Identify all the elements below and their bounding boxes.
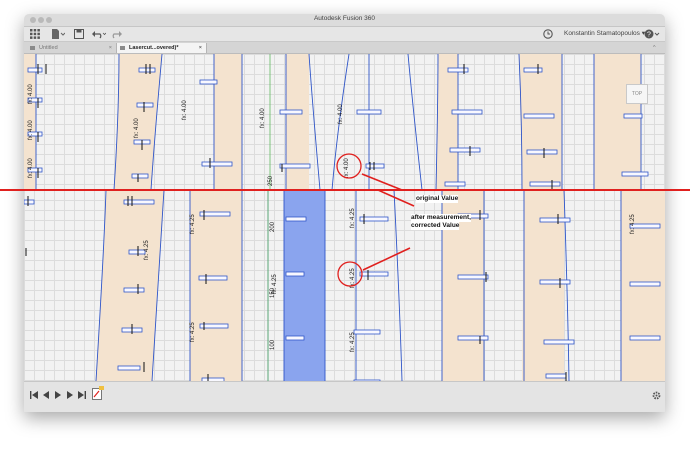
undo-icon[interactable] (92, 29, 107, 39)
tab-untitled[interactable]: Untitled × (27, 43, 117, 53)
dimension-label: fx: 4.00 (344, 158, 350, 178)
arrow-original-tail (377, 190, 415, 207)
dimension-label: fx: 4.25 (350, 208, 356, 228)
tan-region (190, 190, 242, 381)
view-cube[interactable]: TOP (626, 84, 648, 104)
save-icon[interactable] (74, 29, 84, 39)
tab-overflow-icon[interactable]: ^ (650, 43, 662, 53)
window-title: Autodesk Fusion 360 (313, 15, 376, 22)
tan-region (519, 54, 562, 190)
dimension-label: 100 (270, 339, 276, 350)
dimension-label: fx: 4.25 (190, 214, 196, 234)
tan-region (286, 54, 309, 190)
settings-gear-icon[interactable] (652, 391, 661, 404)
dimension-label: fx: 4.25 (630, 214, 636, 234)
file-icon[interactable] (51, 29, 66, 39)
tan-region (436, 54, 458, 190)
dimension-label: 200 (270, 221, 276, 232)
dimension-label: fx: 4.25 (190, 322, 196, 342)
skip-to-end-icon[interactable] (78, 391, 86, 403)
canvas-original[interactable]: fx: 4.00 fx: 4.00 fx: 4.00 fx: 4.00 fx: … (24, 54, 665, 190)
help-icon[interactable]: ? (644, 29, 660, 39)
clock-icon[interactable] (543, 29, 553, 39)
dimension-label: fx: 4.00 (260, 108, 266, 128)
timeline-bar (24, 381, 665, 412)
arrow-corrected (362, 247, 411, 271)
close-tab-icon[interactable]: × (199, 43, 202, 53)
divider-line (0, 189, 690, 191)
sketch-feature-icon[interactable] (92, 386, 104, 404)
annotation-corrected-line2: corrected Value (411, 222, 460, 230)
dimension-label: fx: 4.00 (28, 120, 34, 140)
svg-text:?: ? (647, 32, 651, 39)
tab-label: Lasercut...overed)* (129, 45, 179, 51)
grid-icon[interactable] (30, 29, 40, 39)
dimension-label: fx: 4.00 (182, 100, 188, 120)
dimension-label: fx: 4.00 (338, 104, 344, 124)
annotation-corrected-line1: after measurement, (411, 214, 471, 222)
fusion-window: Autodesk Fusion 360 Konstantin Stamatopo… (24, 14, 665, 412)
skip-to-start-icon[interactable] (30, 391, 38, 403)
arrow-original (361, 173, 403, 190)
title-bar: Autodesk Fusion 360 (24, 14, 665, 27)
tab-lasercut[interactable]: Lasercut...overed)* × (117, 43, 207, 53)
sketch-original: fx: 4.00 fx: 4.00 fx: 4.00 fx: 4.00 fx: … (24, 54, 649, 190)
tan-region (594, 54, 641, 190)
close-tab-icon[interactable]: × (109, 43, 112, 53)
step-back-icon[interactable] (42, 391, 50, 403)
document-icon (120, 46, 125, 50)
sketch-corrected: fx: 4.25 fx: 4.25 fx: 4.25 fx: 4.25 fx: … (24, 190, 665, 381)
dimension-label: 250 (268, 175, 274, 186)
dimension-label: fx: 4.00 (28, 84, 34, 104)
tab-label: Untitled (39, 45, 58, 51)
redo-icon[interactable] (110, 29, 124, 39)
canvas-corrected[interactable]: fx: 4.25 fx: 4.25 fx: 4.25 fx: 4.25 fx: … (24, 190, 665, 381)
dimension-label: fx: 4.25 (144, 240, 150, 260)
play-icon[interactable] (54, 391, 62, 403)
step-forward-icon[interactable] (66, 391, 74, 403)
annotation-original-value: original Value (416, 195, 459, 203)
dimension-label: fx: 4.00 (134, 118, 140, 138)
dimension-label: fx: 4.00 (28, 158, 34, 178)
dimension-label: fx: 4.25 (350, 332, 356, 352)
main-toolbar: Konstantin Stamatopoulos ▾ ? (24, 27, 665, 42)
tan-region (214, 54, 242, 190)
document-icon (30, 46, 35, 50)
user-menu[interactable]: Konstantin Stamatopoulos ▾ (564, 29, 645, 39)
document-tabs: Untitled × Lasercut...overed)* × ^ (24, 42, 665, 54)
dimension-label: 150 (270, 287, 276, 298)
